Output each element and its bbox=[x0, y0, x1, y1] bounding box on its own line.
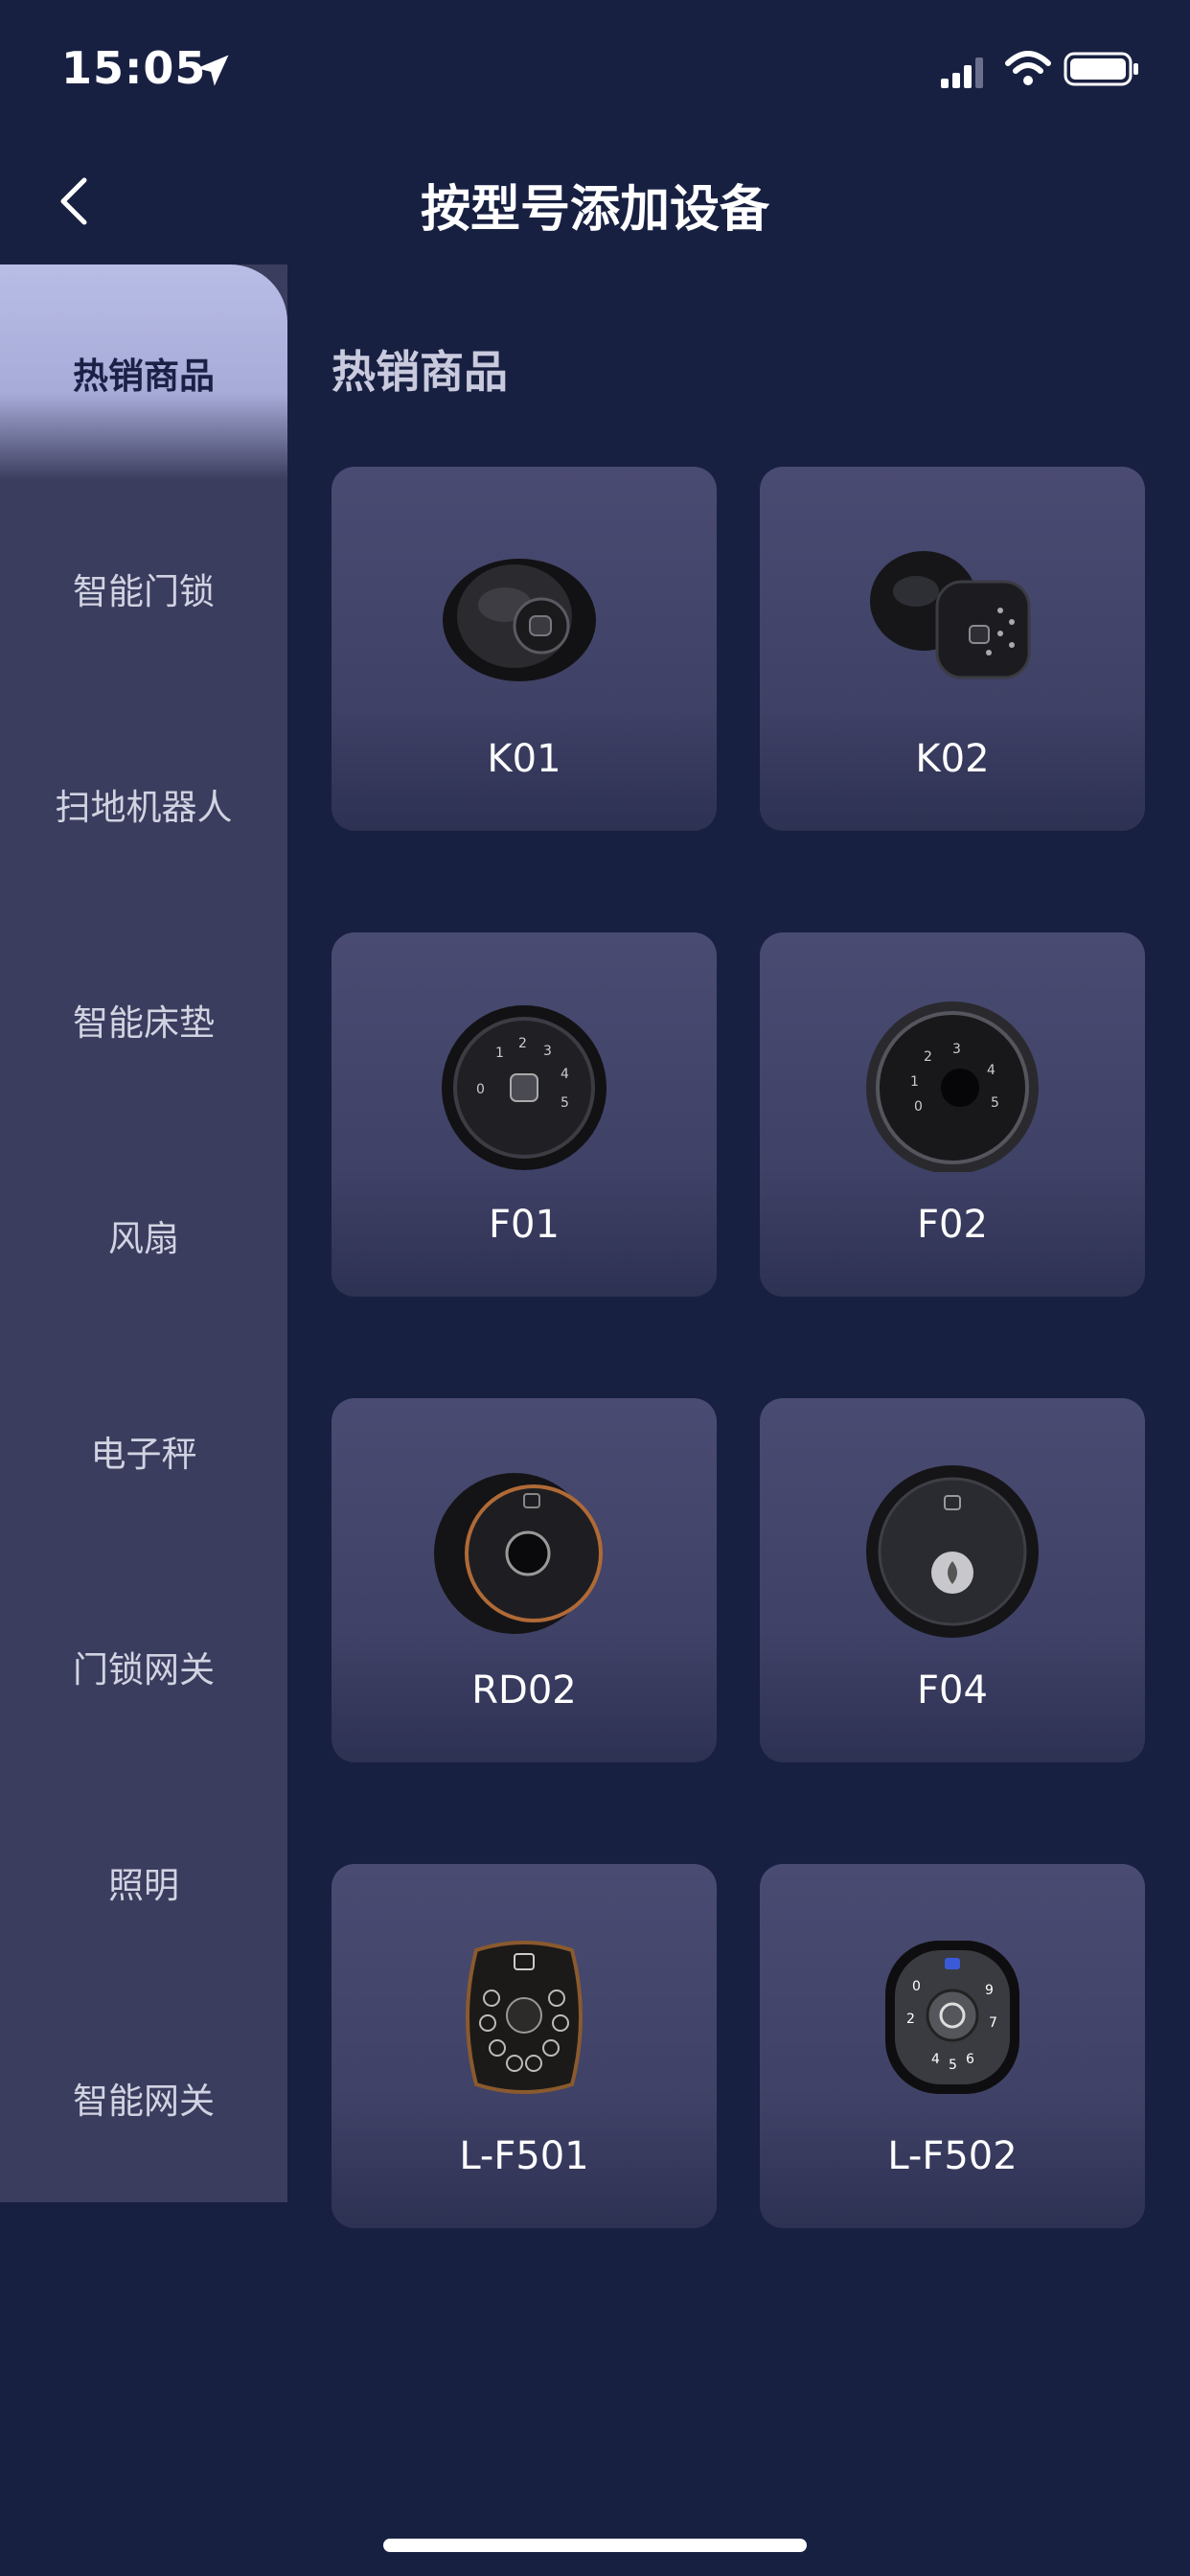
svg-text:2: 2 bbox=[906, 2012, 915, 2027]
svg-text:2: 2 bbox=[518, 1036, 527, 1051]
ornate-keypad-lock-icon bbox=[466, 1941, 583, 2094]
product-label: L-F502 bbox=[887, 2134, 1018, 2178]
svg-text:9: 9 bbox=[985, 1983, 994, 1998]
svg-text:3: 3 bbox=[543, 1044, 552, 1059]
product-card-f02[interactable]: 2 3 4 5 1 0 F02 bbox=[760, 932, 1145, 1297]
smart-touch-lock-icon bbox=[866, 1465, 1039, 1638]
svg-text:5: 5 bbox=[949, 2058, 957, 2073]
sidebar-item-smart-door-lock[interactable]: 智能门锁 bbox=[0, 480, 287, 696]
sidebar-item-label: 门锁网关 bbox=[73, 1648, 215, 1690]
product-card-l-f501[interactable]: L-F501 bbox=[332, 1864, 717, 2228]
product-card-f01[interactable]: 1 2 3 4 5 0 F01 bbox=[332, 932, 717, 1297]
page-title: 按型号添加设备 bbox=[420, 181, 769, 239]
cellular-signal-icon bbox=[941, 58, 983, 88]
sidebar-item-label: 扫地机器人 bbox=[55, 786, 233, 828]
sidebar-item-label: 智能网关 bbox=[73, 2080, 215, 2122]
svg-text:7: 7 bbox=[989, 2015, 997, 2031]
svg-text:4: 4 bbox=[987, 1063, 995, 1078]
svg-text:2: 2 bbox=[924, 1049, 932, 1065]
svg-text:0: 0 bbox=[914, 1099, 923, 1115]
round-fingerprint-lock-icon: 2 3 4 5 1 0 bbox=[866, 1001, 1039, 1172]
svg-text:4: 4 bbox=[931, 2052, 940, 2067]
product-card-k02[interactable]: K02 bbox=[760, 467, 1145, 831]
product-card-k01[interactable]: K01 bbox=[332, 467, 717, 831]
status-bar: 15:05 bbox=[0, 0, 1190, 144]
wifi-icon bbox=[1005, 51, 1051, 85]
product-label: K02 bbox=[915, 737, 990, 781]
svg-text:4: 4 bbox=[561, 1067, 569, 1082]
sidebar-item-hot-products[interactable]: 热销商品 bbox=[0, 264, 287, 480]
svg-text:6: 6 bbox=[966, 2052, 974, 2067]
knob-keypad-lock-icon bbox=[870, 551, 1031, 679]
product-card-l-f502[interactable]: 0 9 2 7 4 5 6 L-F502 bbox=[760, 1864, 1145, 2228]
product-label: F02 bbox=[917, 1203, 988, 1247]
product-label: K01 bbox=[487, 737, 561, 781]
location-arrow-icon bbox=[196, 55, 229, 86]
product-label: RD02 bbox=[471, 1668, 577, 1713]
sidebar-item-label: 智能门锁 bbox=[73, 570, 215, 612]
product-label: F04 bbox=[917, 1668, 988, 1713]
sidebar-item-label: 风扇 bbox=[108, 1217, 179, 1259]
fingerprint-deadbolt-icon bbox=[434, 1473, 603, 1634]
round-keypad-lock-icon: 1 2 3 4 5 0 bbox=[442, 1005, 606, 1170]
svg-text:0: 0 bbox=[476, 1082, 485, 1097]
knob-lock-icon bbox=[443, 559, 596, 681]
sidebar-item-label: 智能床垫 bbox=[73, 1001, 215, 1044]
svg-text:1: 1 bbox=[910, 1074, 919, 1090]
sidebar-item-lighting[interactable]: 照明 bbox=[0, 1774, 287, 1990]
status-time: 15:05 bbox=[61, 42, 207, 94]
section-title: 热销商品 bbox=[332, 346, 508, 398]
svg-text:3: 3 bbox=[952, 1042, 961, 1057]
battery-icon bbox=[1064, 52, 1138, 86]
sidebar-item-lock-gateway[interactable]: 门锁网关 bbox=[0, 1558, 287, 1774]
svg-text:5: 5 bbox=[991, 1095, 999, 1111]
product-label: L-F501 bbox=[459, 2134, 589, 2178]
svg-text:1: 1 bbox=[495, 1046, 504, 1061]
sidebar-item-robot-vacuum[interactable]: 扫地机器人 bbox=[0, 696, 287, 911]
keypad-lever-lock-icon: 0 9 2 7 4 5 6 bbox=[885, 1941, 1019, 2094]
sidebar-item-smart-mattress[interactable]: 智能床垫 bbox=[0, 911, 287, 1127]
product-card-rd02[interactable]: RD02 bbox=[332, 1398, 717, 1762]
product-card-f04[interactable]: F04 bbox=[760, 1398, 1145, 1762]
sidebar-item-scale[interactable]: 电子秤 bbox=[0, 1343, 287, 1558]
svg-text:5: 5 bbox=[561, 1095, 569, 1111]
category-sidebar: 热销商品 智能门锁 扫地机器人 智能床垫 风扇 电子秤 门锁网关 照明 智能网关 bbox=[0, 264, 287, 2202]
svg-text:0: 0 bbox=[912, 1979, 921, 1994]
sidebar-item-fan[interactable]: 风扇 bbox=[0, 1127, 287, 1343]
sidebar-item-label: 热销商品 bbox=[73, 355, 215, 397]
home-indicator[interactable] bbox=[383, 2539, 807, 2552]
sidebar-item-label: 照明 bbox=[108, 1864, 179, 1906]
product-label: F01 bbox=[489, 1203, 560, 1247]
sidebar-item-label: 电子秤 bbox=[90, 1433, 197, 1475]
sidebar-item-smart-gateway[interactable]: 智能网关 bbox=[0, 1990, 287, 2205]
